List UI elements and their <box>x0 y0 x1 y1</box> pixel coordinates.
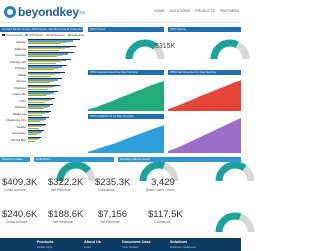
area-series <box>168 117 241 153</box>
category-label: Oklahoma City <box>6 118 26 122</box>
bar-collections[interactable] <box>28 62 57 64</box>
nav-home[interactable]: HOME <box>154 9 165 13</box>
site-header: beyondkey TM HOME SOLUTIONS PRODUCTS PAR… <box>0 0 241 23</box>
bar-collections[interactable] <box>28 114 43 116</box>
mtd-gross-title: MTD Gross <box>88 27 164 32</box>
category-label: Boston <box>16 40 26 44</box>
footer-products[interactable]: Products Mobile Apps <box>37 240 53 249</box>
inventory-gauge <box>215 212 255 233</box>
area-series <box>168 80 241 111</box>
mtd-gross-value: $315K <box>155 43 176 50</box>
bar-collections[interactable] <box>28 121 41 123</box>
bar-collections[interactable] <box>28 108 44 110</box>
bar-collections[interactable] <box>28 43 62 45</box>
category-label: Midwest <box>14 105 26 109</box>
kpi-gross-amount: $409.3K <box>2 177 38 188</box>
category-label: Tampa Bay <box>10 137 26 142</box>
category-label: Greenville <box>12 92 26 96</box>
category-label: Alabama <box>14 46 26 51</box>
bar-collections[interactable] <box>28 75 52 77</box>
category-label: Tennessee <box>11 131 26 135</box>
kpi-net-revenue-2: $188.6K <box>48 209 84 220</box>
mtd-gross-day-title: MTD Gross Amount by Day Number <box>88 70 164 75</box>
bar-collections[interactable] <box>28 56 58 58</box>
inventory-title: Inventory Value <box>0 157 30 162</box>
chart-legend: Gross Amount NTD Quota Net Revenue Colle… <box>2 34 84 37</box>
category-label: Ohio <box>19 98 26 103</box>
mtd-quota-title: MTD Quota <box>168 27 241 32</box>
bar-chart: Boston Alabama Houston Chicago HO Chicago Dal… <box>0 38 83 148</box>
bar-collections[interactable] <box>28 82 50 84</box>
nav-solutions[interactable]: SOLUTIONS <box>170 9 191 13</box>
kpi-net-revenue-label: Net Revenue <box>51 188 71 192</box>
nav-partners[interactable]: PARTNERS <box>220 9 239 13</box>
mtd-collections-day-title: MTD Collections by Day Number <box>88 114 164 119</box>
kpi-gross-amount-2-label: Gross Amount <box>6 220 28 224</box>
bar-collections[interactable] <box>28 49 59 51</box>
mtd-extra-day-chart <box>168 117 241 153</box>
kpi-gross-amount-label: Gross Amount <box>4 188 26 192</box>
area-series <box>88 125 164 153</box>
area-series <box>88 81 164 111</box>
kpi-billed-claims: 3,429 <box>151 177 175 188</box>
logo-mark-icon <box>4 6 16 18</box>
bar-collections[interactable] <box>28 88 48 90</box>
chart-title: Current Month Gross, NTD Quota, Net Reve… <box>0 27 83 32</box>
legend-item-collections[interactable]: Collections <box>67 34 84 37</box>
site-footer: Products Mobile Apps About Us Team Documen… <box>0 238 241 251</box>
top-nav: HOME SOLUTIONS PRODUCTS PARTNERS <box>154 9 239 13</box>
bar-collections[interactable] <box>28 140 36 142</box>
mtd-collections-day-chart <box>88 125 164 153</box>
pending-gauge <box>215 161 255 182</box>
legend-item-gross[interactable]: Gross Amount <box>2 34 22 37</box>
footer-solutions[interactable]: Solutions Business Intelligence <box>170 240 196 249</box>
mtd-revenue-day-chart <box>168 80 241 111</box>
kpi-collections-2-label: Collections <box>154 220 171 224</box>
category-label: Chicago <box>14 66 26 70</box>
kpi-net-revenue-3: $7,156 <box>98 209 128 220</box>
nav-products[interactable]: PRODUCTS <box>195 9 215 13</box>
category-label: Denver <box>16 79 26 83</box>
mtd-quota-gauge <box>210 39 250 60</box>
kpi-collections: $235.3K <box>95 177 131 188</box>
kpi-billed-claims-label: Billed Claim Count <box>146 188 174 192</box>
footer-about[interactable]: About Us Team <box>84 240 101 249</box>
mtd-revenue-day-title: MTD Net Revenue by Day Number <box>168 70 241 75</box>
brand-name: beyondkey <box>18 5 79 19</box>
kpi-collections-label: Collections <box>98 188 115 192</box>
category-label: Charlotte <box>13 85 26 90</box>
kpi-net-revenue-2-label: Net Revenue <box>53 220 73 224</box>
bar-collections[interactable] <box>28 69 54 71</box>
legend-item-revenue[interactable]: Net Revenue <box>45 34 65 37</box>
mtd-gross-day-chart <box>88 81 164 111</box>
legend-item-quota[interactable]: NTD Quota <box>25 34 43 37</box>
category-label: Dallas <box>17 72 26 77</box>
bar-collections[interactable] <box>28 127 39 129</box>
kpi-net-revenue-3-label: Net Revenue <box>100 220 120 224</box>
category-label: Chicago HO <box>9 59 26 64</box>
bar-collections[interactable] <box>28 95 47 97</box>
kpi-net-revenue: $322.2K <box>48 177 84 188</box>
kpi-gross-amount-2: $240.6K <box>2 209 38 220</box>
category-label: Houston <box>14 53 26 57</box>
brand-logo[interactable]: beyondkey TM <box>4 5 85 19</box>
footer-document-case[interactable]: Document Case Case Studies <box>122 240 151 249</box>
category-label: Seattle <box>16 124 26 129</box>
brand-tm: TM <box>78 9 85 15</box>
bar-collections[interactable] <box>28 134 38 136</box>
kpi-collections-2: $117.5K <box>148 209 183 220</box>
bar-collections[interactable] <box>28 101 46 103</box>
category-label: Oklahoma <box>12 111 26 116</box>
